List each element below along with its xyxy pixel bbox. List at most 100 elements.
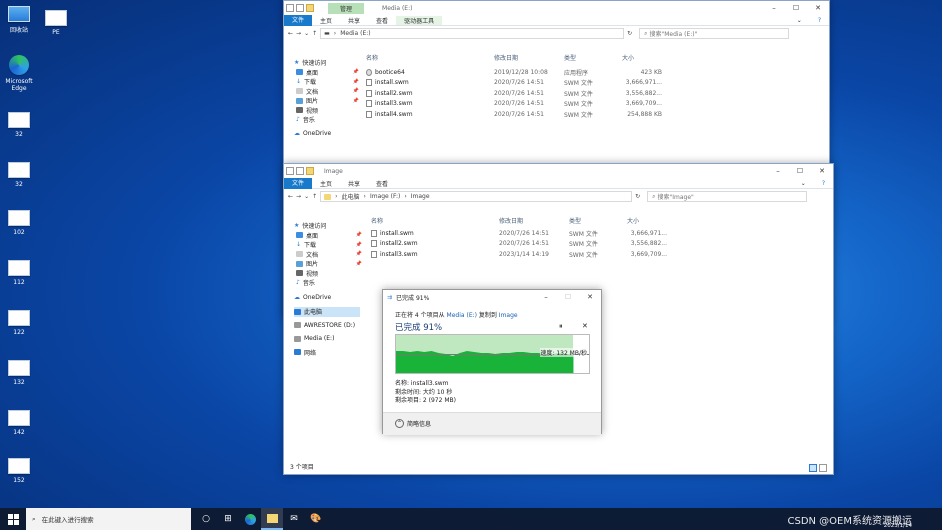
desktop-icon-file[interactable]: 112 [3,260,35,286]
nav-desktop[interactable]: 桌面 📌 [294,231,362,241]
clock-date[interactable]: 2023/1/14 [884,523,912,529]
file-row[interactable]: install3.swm 2023/1/14 14:19 SWM 文件 3,669,7… [371,249,667,260]
nav-quick-access[interactable]: ★ 快速访问 [294,221,362,231]
desktop-icon-edge[interactable]: Microsoft Edge [3,55,35,92]
refresh-icon[interactable]: ↻ [635,193,640,200]
properties-icon[interactable] [296,4,304,12]
maximize-button[interactable]: ☐ [785,1,807,15]
col-name[interactable]: 名称 [371,216,499,225]
widgets-icon[interactable]: ⊞ [217,508,239,530]
expand-ribbon-icon[interactable]: ⌄ [789,17,810,24]
refresh-icon[interactable]: ↻ [627,30,632,37]
help-icon[interactable]: ? [810,17,829,24]
nav-network[interactable]: 网络 [294,348,362,358]
address-bar[interactable]: ▬ › Media (E:) [320,28,625,39]
desktop-icon-file[interactable]: 32 [3,162,35,188]
desktop-icon-file[interactable]: 32 [3,112,35,138]
properties-icon[interactable] [296,167,304,175]
task-view-icon[interactable]: ○ [195,508,217,530]
desktop-icon-file[interactable]: 142 [3,410,35,436]
nav-onedrive[interactable]: ☁ OneDrive [294,129,359,139]
col-type[interactable]: 类型 [569,216,627,225]
tab-share[interactable]: 共享 [340,179,368,188]
col-name[interactable]: 名称 [366,53,494,62]
nav-quick-access[interactable]: ★ 快速访问 [294,58,359,68]
file-row[interactable]: install2.swm 2020/7/26 14:51 SWM 文件 3,556,8… [366,88,662,99]
search-input[interactable]: ⌕ 搜索"Media (E:)" [639,28,790,39]
desktop-icon-recycle-bin[interactable]: 回收站 [3,6,35,34]
desktop-icon-file[interactable]: 152 [3,458,35,484]
close-button[interactable]: ✕ [579,290,601,304]
start-button[interactable] [0,508,26,530]
tab-share[interactable]: 共享 [340,16,368,25]
col-type[interactable]: 类型 [564,53,622,62]
nav-videos[interactable]: 视频 [294,106,359,116]
tab-file[interactable]: 文件 [284,14,313,26]
mail-icon[interactable]: ✉ [283,508,305,530]
file-row[interactable]: install2.swm 2020/7/26 14:51 SWM 文件 3,556,8… [371,239,667,250]
nav-drive-d[interactable]: AWRESTORE (D:) [294,321,362,331]
nav-this-pc[interactable]: 此电脑 [294,307,360,317]
up-icon[interactable]: ↑ [312,30,317,37]
forward-icon[interactable]: → [296,193,301,200]
col-date[interactable]: 修改日期 [494,53,564,62]
nav-downloads[interactable]: ↓ 下载 📌 [294,77,359,87]
nav-documents[interactable]: 文档 📌 [294,250,362,260]
copy-progress-dialog[interactable]: ⇉ 已完成 91% – ☐ ✕ 正在将 4 个项目从 Media (E:) 复制到 … [382,289,602,435]
maximize-button[interactable]: ☐ [789,164,811,178]
edge-taskbar-icon[interactable] [239,508,261,530]
help-icon[interactable]: ? [814,180,833,187]
source-link[interactable]: Media (E:) [447,312,477,319]
col-size[interactable]: 大小 [622,53,662,62]
file-row[interactable]: install4.swm 2020/7/26 14:51 SWM 文件 254,888… [366,109,662,120]
chevron-down-icon[interactable]: ⌄ [304,193,309,200]
file-row[interactable]: bootice64 2019/12/28 10:08 应用程序 423 KB [366,67,662,78]
desktop-icon-file[interactable]: 132 [3,360,35,386]
up-icon[interactable]: ↑ [312,193,317,200]
minimize-button[interactable]: – [767,164,789,178]
cancel-button[interactable]: ✕ [582,322,588,330]
title-bar[interactable]: Image – ☐ ✕ [284,164,833,178]
taskbar-search-box[interactable]: ⌕ 在此键入进行搜索 [26,508,191,530]
title-bar[interactable]: 管理 Media (E:) – ☐ ✕ [284,1,829,15]
nav-pictures[interactable]: 图片 📌 [294,259,362,269]
tab-view[interactable]: 查看 [368,16,396,25]
tab-home[interactable]: 主页 [312,179,340,188]
nav-music[interactable]: ♪ 音乐 [294,115,359,125]
folder-icon[interactable] [306,167,314,175]
desktop-icon-file[interactable]: 102 [3,210,35,236]
nav-documents[interactable]: 文档 📌 [294,87,359,97]
chevron-down-icon[interactable]: ⌄ [304,30,309,37]
nav-videos[interactable]: 视频 [294,269,362,279]
close-button[interactable]: ✕ [811,164,833,178]
back-icon[interactable]: ← [288,193,293,200]
desktop-icon-pe[interactable]: PE [40,10,72,36]
folder-icon[interactable] [306,4,314,12]
nav-downloads[interactable]: ↓ 下载 📌 [294,240,362,250]
tab-view[interactable]: 查看 [368,179,396,188]
tab-home[interactable]: 主页 [312,16,340,25]
pause-button[interactable]: ⏸ [559,322,563,331]
tab-file[interactable]: 文件 [284,177,313,189]
search-input[interactable]: ⌕ 搜索"Image" [647,191,808,202]
file-row[interactable]: install3.swm 2020/7/26 14:51 SWM 文件 3,669,7… [366,99,662,110]
nav-drive-e[interactable]: Media (E:) [294,334,362,344]
forward-icon[interactable]: → [296,30,301,37]
col-date[interactable]: 修改日期 [499,216,569,225]
fewer-details-button[interactable]: ⌃ 简略信息 [395,419,431,428]
nav-desktop[interactable]: 桌面 📌 [294,68,359,78]
nav-pictures[interactable]: 图片 📌 [294,96,359,106]
desktop-icon-file[interactable]: 122 [3,310,35,336]
minimize-button[interactable]: – [763,1,785,15]
tab-drive-tools[interactable]: 驱动器工具 [396,15,443,25]
paint-icon[interactable]: 🎨 [305,508,327,530]
close-button[interactable]: ✕ [807,1,829,15]
file-row[interactable]: install.swm 2020/7/26 14:51 SWM 文件 3,666,97… [366,78,662,89]
manage-context-tab[interactable]: 管理 [328,2,365,14]
back-icon[interactable]: ← [288,30,293,37]
file-row[interactable]: install.swm 2020/7/26 14:51 SWM 文件 3,666,97… [371,228,667,239]
nav-onedrive[interactable]: ☁ OneDrive [294,293,362,303]
details-view-icon[interactable] [809,464,817,472]
col-size[interactable]: 大小 [627,216,667,225]
minimize-button[interactable]: – [535,290,557,304]
